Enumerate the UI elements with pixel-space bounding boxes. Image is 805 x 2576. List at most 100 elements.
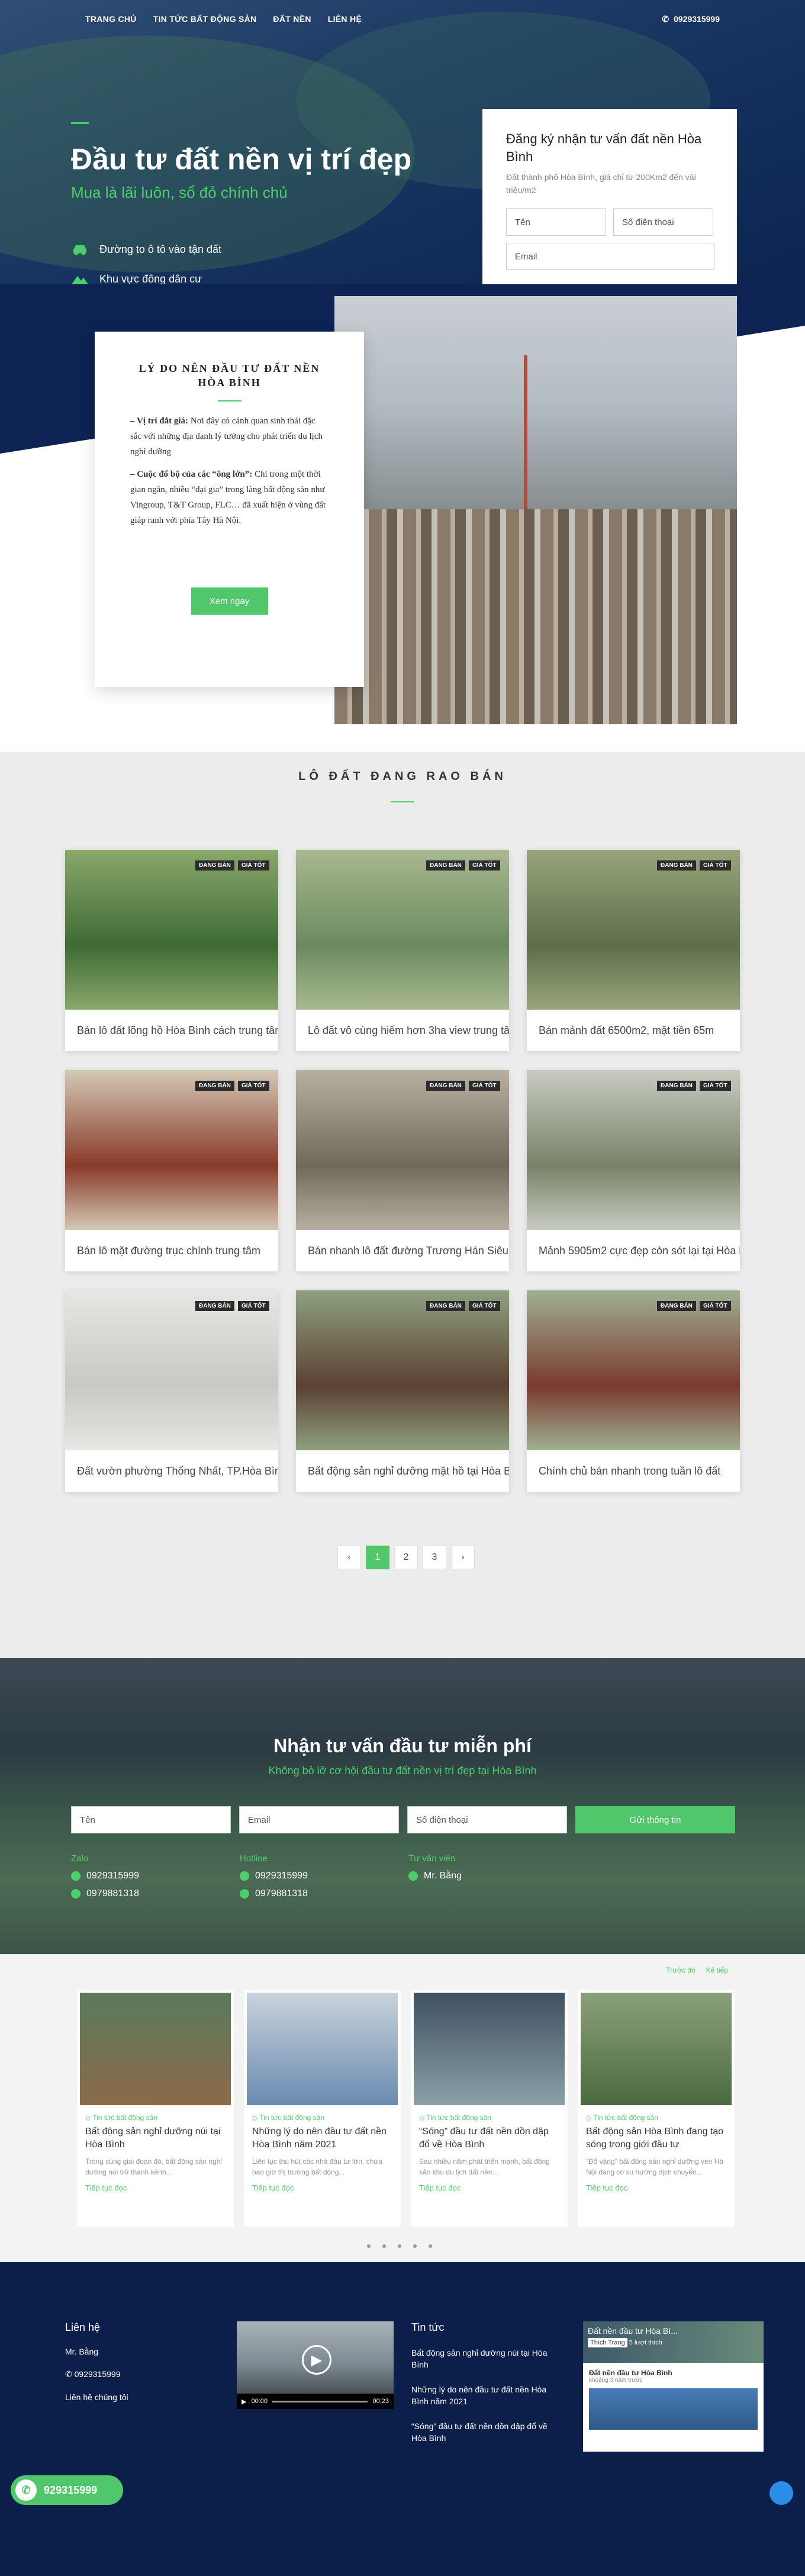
news-image[interactable] [414, 1993, 565, 2105]
news-image[interactable] [581, 1993, 732, 2105]
listings-title: LÔ ĐẤT ĐANG RAO BÁN [298, 770, 507, 783]
view-now-button[interactable]: Xem ngay [191, 587, 268, 615]
consult-email-input[interactable]: Email [239, 1806, 399, 1833]
dot[interactable] [429, 2244, 432, 2248]
badge-selling: ĐANG BÁN [426, 860, 465, 871]
listing-image[interactable]: ĐANG BÁN GIÁ TỐT [527, 1070, 740, 1230]
hotline-phone-1[interactable]: 0929315999 [255, 1871, 308, 1881]
news-image[interactable] [247, 1993, 398, 2105]
listing-title[interactable]: Bán nhanh lô đất đường Trương Hán Siêu [296, 1230, 509, 1271]
listing-image[interactable]: ĐANG BÁN GIÁ TỐT [527, 850, 740, 1010]
listing-image[interactable]: ĐANG BÁN GIÁ TỐT [65, 1290, 278, 1450]
badge-selling: ĐANG BÁN [195, 860, 234, 871]
menu-home[interactable]: TRANG CHỦ [85, 14, 137, 24]
read-more-link[interactable]: Tiếp tục đọc [77, 2177, 234, 2192]
listing-title[interactable]: Chính chủ bán nhanh trong tuần lô đất [527, 1450, 740, 1492]
news-next[interactable]: Kế tiếp [706, 1966, 728, 1974]
consult-phone-input[interactable]: Số điện thoại [407, 1806, 567, 1833]
listing-title[interactable]: Bán lô mặt đường trục chính trung tâm [65, 1230, 278, 1271]
read-more-link[interactable]: Tiếp tục đọc [411, 2177, 568, 2192]
phone-input[interactable]: Số điện thoại [613, 208, 713, 236]
footer-contact-link[interactable]: Liên hệ chúng tôi [65, 2392, 128, 2402]
call-button[interactable]: ✆ 929315999 [11, 2475, 123, 2505]
video-progress[interactable] [272, 2400, 368, 2402]
menu-land[interactable]: ĐẤT NỀN [273, 14, 311, 24]
zalo-phone-1[interactable]: 0929315999 [86, 1871, 139, 1881]
listing-card[interactable]: ĐANG BÁN GIÁ TỐT Bán lô đất lõng hồ Hòa Bì… [65, 850, 278, 1051]
listing-card[interactable]: ĐANG BÁN GIÁ TỐT Bán lô mặt đường trục chí… [65, 1070, 278, 1271]
read-more-link[interactable]: Tiếp tục đọc [244, 2177, 401, 2192]
news-title[interactable]: Bất động sản Hòa Bình đang tạo sóng tron… [578, 2122, 735, 2151]
footer-phone[interactable]: ✆ 0929315999 [65, 2369, 128, 2379]
news-title[interactable]: Bất động sản nghỉ dưỡng núi tại Hòa Bình [77, 2122, 234, 2151]
email-input[interactable]: Email [506, 243, 714, 270]
prev-page[interactable]: ‹ [337, 1546, 361, 1569]
dot[interactable] [413, 2244, 417, 2248]
menu-contact[interactable]: LIÊN HỆ [328, 14, 362, 24]
next-page[interactable]: › [451, 1546, 475, 1569]
name-input[interactable]: Tên [506, 208, 606, 236]
listing-card[interactable]: ĐANG BÁN GIÁ TỐT Đất vườn phường Thống Nhấ… [65, 1290, 278, 1492]
fb-page-name[interactable]: Đất nền đầu tư Hòa Bì... [588, 2326, 759, 2336]
listing-title[interactable]: Bất động sản nghỉ dưỡng mặt hồ tại Hòa B… [296, 1450, 509, 1492]
news-card[interactable]: ◇ Tin tức bất động sản Bất động sản Hòa B… [578, 1990, 735, 2227]
dot[interactable] [367, 2244, 371, 2248]
listing-title[interactable]: Bán lô đất lõng hồ Hòa Bình cách trung t… [65, 1010, 278, 1051]
listing-card[interactable]: ĐANG BÁN GIÁ TỐT Mảnh 5905m2 cực đẹp còn s… [527, 1070, 740, 1271]
news-category[interactable]: ◇ Tin tức bất động sản [578, 2105, 735, 2122]
header-phone[interactable]: ✆ 0929315999 [662, 14, 720, 24]
listing-card[interactable]: ĐANG BÁN GIÁ TỐT Lô đất vô cùng hiếm hơn 3… [296, 850, 509, 1051]
badge-selling: ĐANG BÁN [426, 1081, 465, 1091]
zalo-phone-2[interactable]: 0979881318 [86, 1888, 139, 1899]
news-category[interactable]: ◇ Tin tức bất động sản [77, 2105, 234, 2122]
listing-title[interactable]: Đất vườn phường Thống Nhất, TP.Hòa Bình [65, 1450, 278, 1492]
news-card[interactable]: ◇ Tin tức bất động sản “Sóng” đầu tư đất … [411, 1990, 568, 2227]
menu-news[interactable]: TIN TỨC BẤT ĐỘNG SẢN [153, 14, 257, 24]
reasons-card: LÝ DO NÊN ĐẦU TƯ ĐẤT NỀN HÒA BÌNH – Vị t… [95, 332, 364, 687]
hotline-phone-2[interactable]: 0979881318 [255, 1888, 308, 1899]
listing-title[interactable]: Bán mảnh đất 6500m2, mặt tiền 65m [527, 1010, 740, 1051]
video-player[interactable]: ▶ ▶ 00:00 00:23 [237, 2321, 394, 2409]
footer-news-link[interactable]: “Sóng” đầu tư đất nền dồn dập đổ về Hòa … [411, 2420, 559, 2444]
listing-title[interactable]: Mảnh 5905m2 cực đẹp còn sót lại tại Hòa … [527, 1230, 740, 1271]
dot[interactable] [398, 2244, 401, 2248]
fb-like-button[interactable]: Thích Trang [588, 2338, 627, 2347]
news-image[interactable] [80, 1993, 231, 2105]
news-title[interactable]: Những lý do nên đầu tư đất nền Hòa Bình … [244, 2122, 401, 2151]
news-card[interactable]: ◇ Tin tức bất động sản Những lý do nên đầ… [244, 1990, 401, 2227]
news-category[interactable]: ◇ Tin tức bất động sản [244, 2105, 401, 2122]
listing-image[interactable]: ĐANG BÁN GIÁ TỐT [65, 850, 278, 1010]
news-category[interactable]: ◇ Tin tức bất động sản [411, 2105, 568, 2122]
play-icon[interactable]: ▶ [302, 2345, 331, 2375]
listing-image[interactable]: ĐANG BÁN GIÁ TỐT [65, 1070, 278, 1230]
listing-card[interactable]: ĐANG BÁN GIÁ TỐT Bất động sản nghỉ dưỡng m… [296, 1290, 509, 1492]
listing-image[interactable]: ĐANG BÁN GIÁ TỐT [296, 1290, 509, 1450]
read-more-link[interactable]: Tiếp tục đọc [578, 2177, 735, 2192]
news-card[interactable]: ◇ Tin tức bất động sản Bất động sản nghỉ … [77, 1990, 234, 2227]
listing-title[interactable]: Lô đất vô cùng hiếm hơn 3ha view trung t… [296, 1010, 509, 1051]
listing-image[interactable]: ĐANG BÁN GIÁ TỐT [527, 1290, 740, 1450]
footer-news-link[interactable]: Những lý do nên đầu tư đất nền Hòa Bình … [411, 2384, 559, 2407]
page-1[interactable]: 1 [366, 1546, 389, 1569]
news-excerpt: Sau nhiều năm phát triển mạnh, bất động … [419, 2157, 550, 2176]
send-info-button[interactable]: Gửi thông tin [575, 1806, 735, 1833]
listing-image[interactable]: ĐANG BÁN GIÁ TỐT [296, 1070, 509, 1230]
chat-icon[interactable] [769, 2481, 793, 2505]
play-small-icon[interactable]: ▶ [242, 2398, 246, 2405]
news-title[interactable]: “Sóng” đầu tư đất nền dồn dập đổ về Hòa … [411, 2122, 568, 2151]
news-section: Trước đó Kế tiếp ◇ Tin tức bất động sản B… [0, 1954, 805, 2262]
facebook-widget[interactable]: Đất nền đầu tư Hòa Bì... Thích Trang 5 l… [583, 2321, 764, 2452]
page-3[interactable]: 3 [423, 1546, 446, 1569]
listing-image[interactable]: ĐANG BÁN GIÁ TỐT [296, 850, 509, 1010]
news-prev[interactable]: Trước đó [666, 1966, 695, 1974]
listing-card[interactable]: ĐANG BÁN GIÁ TỐT Bán nhanh lô đất đường Tr… [296, 1070, 509, 1271]
listing-card[interactable]: ĐANG BÁN GIÁ TỐT Bán mảnh đất 6500m2, mặt … [527, 850, 740, 1051]
feature-label: Khu vực đông dân cư [99, 272, 202, 285]
page-2[interactable]: 2 [394, 1546, 418, 1569]
consult-name-input[interactable]: Tên [71, 1806, 231, 1833]
dot[interactable] [382, 2244, 386, 2248]
register-title: Đăng ký nhận tư vấn đất nền Hòa Bình [506, 131, 702, 164]
footer-news-link[interactable]: Bất động sản nghỉ dưỡng núi tại Hòa Bình [411, 2347, 559, 2371]
consult-section: Nhận tư vấn đầu tư miễn phí Không bỏ lỡ … [0, 1658, 805, 1954]
listing-card[interactable]: ĐANG BÁN GIÁ TỐT Chính chủ bán nhanh trong… [527, 1290, 740, 1492]
